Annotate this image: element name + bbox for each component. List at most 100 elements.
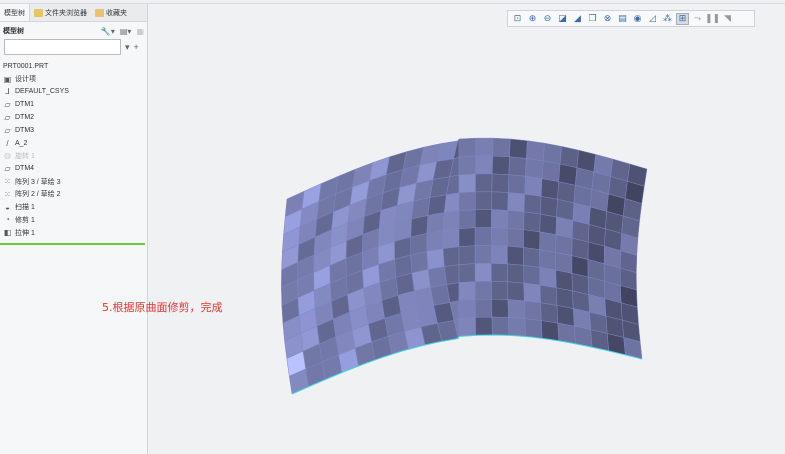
show-icon[interactable]: ▤▾ bbox=[120, 27, 132, 36]
tree-node[interactable]: ◔ 修剪 1 bbox=[3, 214, 147, 227]
tree-node-label: 拉伸 1 bbox=[15, 229, 35, 237]
surface-facet bbox=[526, 140, 545, 162]
datum-plane-icon: ▱ bbox=[4, 100, 11, 110]
revolve-icon: ◍ bbox=[4, 151, 11, 161]
surface-facet bbox=[556, 305, 575, 327]
datum-plane-icon: ▱ bbox=[4, 164, 11, 174]
surface-facet bbox=[539, 213, 557, 236]
surface-facet bbox=[507, 281, 525, 302]
surface-facet bbox=[458, 245, 476, 265]
last-view-icon[interactable]: ◥ bbox=[721, 13, 734, 25]
surface-facet bbox=[426, 212, 445, 234]
insert-indicator[interactable] bbox=[0, 243, 145, 245]
perspective-icon[interactable]: ▤ bbox=[616, 13, 629, 25]
surface-facet bbox=[442, 228, 460, 249]
surface-facet bbox=[427, 266, 447, 288]
tree-node-label: 阵列 3 / 草绘 3 bbox=[15, 178, 61, 186]
tree-node[interactable]: ⁙ 阵列 3 / 草绘 3 bbox=[3, 175, 147, 188]
surface-facet bbox=[490, 245, 508, 265]
surface-facet bbox=[458, 137, 477, 158]
zoom-out-icon[interactable]: ⊖ bbox=[541, 13, 554, 25]
filter-icon[interactable]: ▦ bbox=[136, 27, 144, 36]
surface-facet bbox=[411, 269, 431, 292]
tree-node[interactable]: ▱ DTM4 bbox=[3, 162, 147, 175]
section-icon[interactable]: ◉ bbox=[631, 13, 644, 25]
add-icon[interactable]: + bbox=[134, 42, 139, 52]
datum-display-icon[interactable]: ◿ bbox=[646, 13, 659, 25]
datum-plane-icon: ▱ bbox=[4, 113, 11, 123]
surface-facet bbox=[458, 263, 476, 283]
surface-facet bbox=[475, 173, 493, 193]
surface-facet bbox=[475, 155, 493, 175]
pause-icon[interactable]: ❚❚ bbox=[705, 13, 720, 25]
tree-node[interactable]: ▣ 设计项 bbox=[3, 73, 147, 86]
pattern-icon: ⁙ bbox=[4, 177, 11, 187]
surface-facet bbox=[507, 299, 526, 319]
surface-facet bbox=[492, 137, 511, 158]
surface-facet bbox=[540, 302, 559, 324]
tree-node-label: 旋转 1 bbox=[15, 152, 35, 160]
tree-node[interactable]: ⁙ 阵列 2 / 草绘 2 bbox=[3, 188, 147, 201]
tree-node[interactable]: ◒ 扫描 1 bbox=[3, 201, 147, 214]
annotation-icon[interactable]: ⁂ bbox=[661, 13, 674, 25]
surface-facet bbox=[491, 263, 508, 283]
tree-node-label: DEFAULT_CSYS bbox=[15, 88, 69, 96]
surface-facet bbox=[442, 210, 460, 231]
axis-icon: / bbox=[6, 138, 9, 148]
surface-facet bbox=[539, 249, 557, 271]
tree-node[interactable]: ▱ DTM2 bbox=[3, 111, 147, 124]
surface-facet bbox=[555, 216, 574, 239]
tree-node[interactable]: ▱ DTM3 bbox=[3, 124, 147, 137]
surface-facet bbox=[491, 298, 509, 318]
tab-label: 模型树 bbox=[4, 9, 25, 17]
tree-node-label: 修剪 1 bbox=[15, 216, 35, 224]
settings-icon[interactable]: 🔧▾ bbox=[101, 27, 115, 36]
surface-facet bbox=[426, 248, 445, 270]
surface-facet bbox=[458, 317, 476, 337]
surface-facet bbox=[491, 191, 509, 211]
tab-model-tree[interactable]: 模型树 bbox=[0, 4, 30, 21]
surface-facet bbox=[507, 174, 526, 195]
view-toolbar: ⊡ ⊕ ⊖ ◪ ◢ ❒ ⊗ ▤ ◉ ◿ ⁂ ⊞ ⤳ ❚❚ ◥ bbox=[507, 10, 755, 27]
surface-facet bbox=[491, 280, 509, 300]
design-item-icon: ▣ bbox=[3, 74, 12, 84]
surface-facet bbox=[523, 247, 540, 268]
csys-icon: ⅃ bbox=[5, 87, 10, 97]
surface-facet bbox=[524, 300, 542, 321]
graphics-viewport[interactable]: ⊡ ⊕ ⊖ ◪ ◢ ❒ ⊗ ▤ ◉ ◿ ⁂ ⊞ ⤳ ❚❚ ◥ bbox=[149, 4, 785, 454]
surface-facet bbox=[458, 191, 476, 212]
tree-node-label: DTM4 bbox=[15, 165, 35, 173]
surface-facet bbox=[509, 138, 528, 159]
tree-node[interactable]: ⅃ DEFAULT_CSYS bbox=[3, 86, 147, 99]
view-manager-icon[interactable]: ⊗ bbox=[601, 13, 614, 25]
surface-facet bbox=[475, 316, 493, 336]
display-style-icon[interactable]: ◢ bbox=[571, 13, 584, 25]
tab-folder-browser[interactable]: 文件夹浏览器 bbox=[30, 4, 91, 21]
zoom-in-icon[interactable]: ⊕ bbox=[526, 13, 539, 25]
tree-node[interactable]: / A_2 bbox=[3, 137, 147, 150]
surface-facet bbox=[539, 284, 558, 306]
tree-node[interactable]: PRT0001.PRT bbox=[3, 60, 147, 73]
tab-favorites[interactable]: 收藏夹 bbox=[91, 4, 131, 21]
tree-node[interactable]: ▱ DTM1 bbox=[3, 98, 147, 111]
sweep-icon: ◒ bbox=[5, 202, 10, 212]
surface-facet bbox=[507, 192, 525, 213]
spin-center-icon[interactable]: ⊞ bbox=[676, 12, 689, 25]
3d-model[interactable] bbox=[149, 4, 785, 454]
saved-views-icon[interactable]: ❒ bbox=[586, 13, 599, 25]
repaint-icon[interactable]: ◪ bbox=[556, 13, 569, 25]
tree-node[interactable]: ◍ 旋转 1 bbox=[3, 150, 147, 163]
model-snap-icon[interactable]: ⤳ bbox=[691, 13, 704, 25]
dropdown-icon[interactable]: ▾ bbox=[125, 42, 130, 53]
tree-node-label: DTM1 bbox=[15, 101, 35, 109]
refit-icon[interactable]: ⊡ bbox=[511, 13, 524, 25]
surface-facet bbox=[458, 209, 476, 230]
search-input[interactable] bbox=[4, 39, 121, 55]
surface-facet bbox=[541, 320, 560, 342]
datum-plane-icon: ▱ bbox=[4, 125, 11, 135]
surface-facet bbox=[491, 173, 510, 193]
tree-node[interactable]: ◧ 拉伸 1 bbox=[3, 226, 147, 239]
surface-facet bbox=[458, 281, 476, 301]
surface-facet bbox=[474, 209, 492, 228]
surface-facet bbox=[491, 155, 510, 175]
